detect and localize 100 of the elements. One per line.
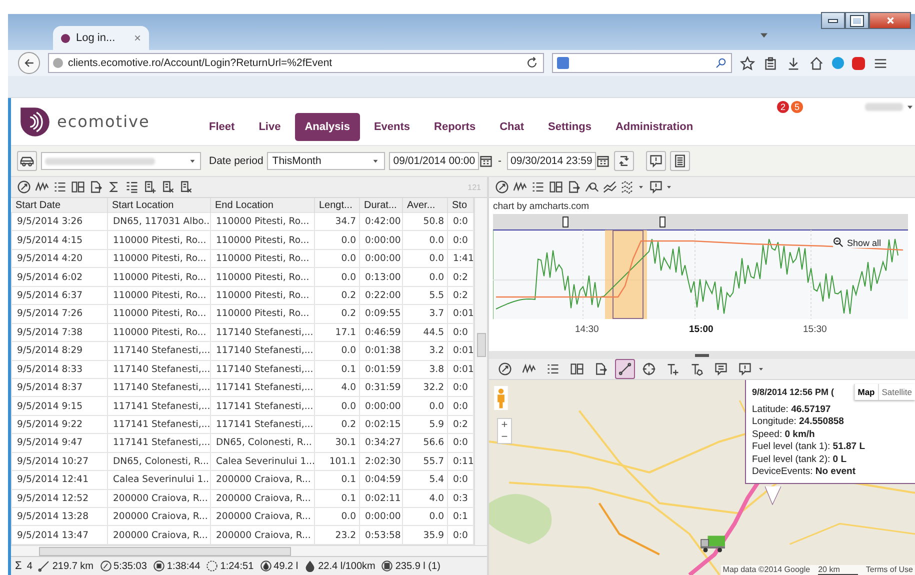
start-date-field[interactable]: 09/01/2014 00:00 (389, 152, 480, 170)
table-cell: 0:02:15 (360, 415, 402, 434)
show-all-button[interactable]: Show all (833, 237, 882, 248)
nav-tab[interactable]: Events (364, 113, 420, 141)
compass-icon[interactable] (495, 180, 509, 194)
columns-icon[interactable] (549, 180, 563, 194)
columns-icon[interactable] (71, 180, 85, 194)
browser-tab[interactable]: Log in... × (53, 26, 149, 50)
period-dropdown[interactable]: ThisMonth (267, 152, 386, 170)
export-icon[interactable] (567, 180, 581, 194)
home-icon[interactable] (809, 56, 824, 70)
horizontal-scrollbar[interactable] (11, 545, 487, 556)
notification-badge[interactable]: 2 (777, 101, 789, 113)
trend-lines-icon[interactable] (603, 180, 617, 194)
download-icon[interactable] (786, 56, 801, 70)
dashed-lines-icon[interactable] (621, 180, 635, 194)
table-cell: 5.9 (402, 415, 448, 434)
table-cell: 200000 Craiova, R... (210, 508, 314, 526)
table-cell: 200000 Craiova, R... (210, 470, 314, 490)
table-cell: 0.0 (402, 249, 448, 268)
table-cell: 32.2 (402, 378, 448, 397)
table-cell: 117141 Stefanesti,... (210, 396, 314, 416)
table-cell: 9/5/2014 3:26 (12, 212, 108, 231)
column-header[interactable]: Lengt... (314, 198, 360, 212)
column-header[interactable]: Durat... (360, 198, 402, 212)
nav-tab[interactable]: Live (248, 113, 291, 141)
table-cell: 9/5/2014 4:15 (12, 230, 108, 250)
back-button[interactable] (18, 52, 40, 74)
vehicle-button[interactable] (17, 151, 37, 171)
table-cell: 9/5/2014 10:27 (12, 452, 108, 471)
selection-range[interactable] (605, 230, 647, 319)
report-button[interactable] (670, 151, 690, 171)
chart-credit: chart by amcharts.com (492, 200, 590, 214)
clipboard-icon[interactable] (763, 56, 778, 70)
remove-document-icon[interactable] (161, 180, 175, 194)
list-icon[interactable] (53, 180, 67, 194)
zoom-in-button[interactable]: + (498, 419, 511, 431)
compass-icon[interactable] (17, 180, 31, 194)
search-field[interactable] (552, 53, 732, 73)
terms-link[interactable]: Terms of Use (866, 565, 913, 575)
end-date-field[interactable]: 09/30/2014 23:59 (506, 152, 596, 170)
export-icon[interactable] (89, 180, 103, 194)
tab-close-button[interactable]: × (134, 31, 141, 45)
maximize-button[interactable] (845, 12, 869, 29)
site-favicon-icon (61, 34, 70, 42)
address-bar[interactable]: clients.ecomotive.ro/Account/Login?ReturnUrl=%2fEvent (48, 53, 544, 73)
map-type-button[interactable]: Map (854, 384, 878, 400)
refresh-button[interactable] (614, 151, 634, 171)
add-document-icon[interactable] (143, 180, 157, 194)
date-period-label: Date period (209, 155, 264, 167)
table-cell: 9/5/2014 9:15 (12, 396, 108, 416)
nav-tab[interactable]: Fleet (199, 113, 245, 141)
table-cell: 0.0 (314, 342, 360, 360)
chart-lines-icon[interactable] (513, 180, 527, 194)
table-cell: 117140 Stefanesti,... (210, 323, 314, 342)
table-cell: 9/5/2014 8:33 (12, 360, 108, 378)
clear-document-icon[interactable] (179, 180, 193, 194)
rows-icon[interactable] (125, 180, 139, 194)
clock-icon (206, 560, 218, 572)
alert-message-icon[interactable] (649, 180, 663, 194)
table-cell: 9/5/2014 7:38 (12, 323, 108, 342)
popup-line: Fuel level (tank 2): 0 L (752, 454, 848, 466)
nav-tab[interactable]: Analysis (294, 113, 360, 141)
road-icon (38, 560, 50, 572)
zoom-out-button[interactable]: − (498, 431, 511, 443)
column-header[interactable]: End Location (210, 198, 314, 212)
table-cell: 110000 Pitesti, Ro... (108, 230, 210, 250)
stop-sign-icon[interactable] (852, 56, 865, 70)
bookmark-star-icon[interactable] (740, 56, 755, 70)
table-cell: 110000 Pitesti, Ro... (108, 304, 210, 324)
column-header[interactable]: Start Date (12, 198, 108, 212)
table-cell: 0.2 (314, 415, 360, 434)
drop-icon (304, 560, 316, 572)
table-cell: 117140 Stefanesti,... (108, 378, 210, 397)
table-cell: 117141 Stefanesti,... (108, 396, 210, 416)
minimize-button[interactable] (821, 12, 845, 29)
column-header[interactable]: Start Location (108, 198, 210, 212)
vertical-scrollbar[interactable] (474, 198, 487, 545)
map-type-button[interactable]: Satellite (878, 384, 915, 400)
nav-tab[interactable]: Settings (538, 113, 602, 141)
total-value: 219.7 km (52, 560, 94, 572)
list-icon[interactable] (531, 180, 545, 194)
chart-lines-icon[interactable] (35, 180, 49, 194)
alert-message-icon (649, 154, 664, 168)
nav-tab[interactable]: Reports (424, 113, 486, 141)
nav-tab[interactable]: Administration (605, 113, 704, 141)
close-button[interactable] (869, 12, 911, 29)
document-icon (673, 154, 688, 168)
zoom-chart-icon[interactable] (585, 180, 599, 194)
total-value: 1:24:51 (220, 560, 254, 572)
refresh-icon (617, 154, 632, 168)
alert-button[interactable] (646, 151, 666, 171)
round-addon-icon[interactable] (832, 57, 844, 69)
nav-tab[interactable]: Chat (490, 113, 534, 141)
table-cell: 9/5/2014 9:47 (12, 434, 108, 452)
fuel-drop-icon (260, 560, 272, 572)
scrollbar-handle[interactable] (562, 216, 568, 228)
chart-scrollbar[interactable] (493, 214, 908, 230)
column-header[interactable]: Aver... (402, 198, 448, 212)
scrollbar-handle[interactable] (660, 216, 666, 228)
